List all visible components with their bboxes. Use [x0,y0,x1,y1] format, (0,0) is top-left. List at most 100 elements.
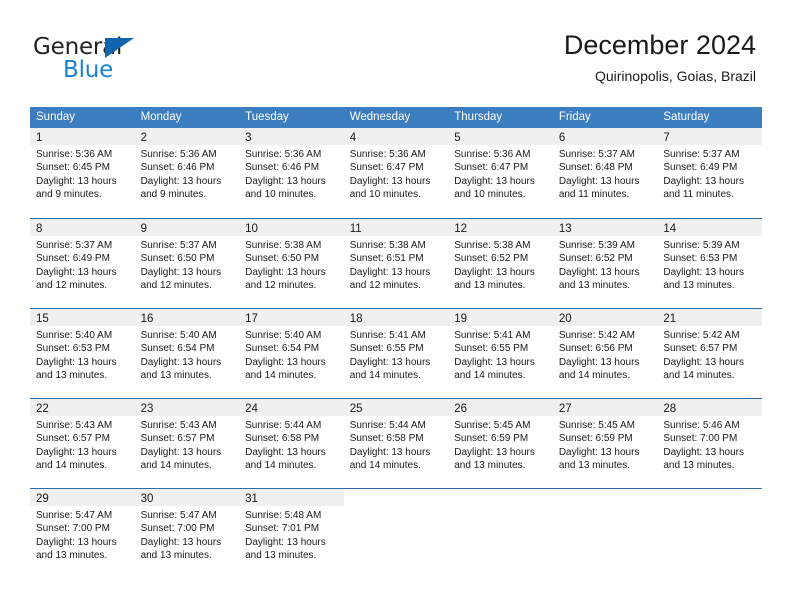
day-sun-info: Sunrise: 5:43 AM Sunset: 6:57 PM Daylight:… [30,416,135,473]
calendar-day-cell[interactable]: 13 Sunrise: 5:39 AM Sunset: 6:52 PM Dayligh… [552,219,658,308]
day-sun-info: Sunrise: 5:39 AM Sunset: 6:53 PM Daylight:… [657,236,762,293]
sunset-text: Sunset: 6:59 PM [558,433,633,445]
daylight-text-line1: Daylight: 13 hours [558,175,640,187]
day-number: 27 [558,403,572,415]
daylight-text-line2: and 14 minutes. [245,460,317,472]
day-number-band: 5 [448,128,553,145]
calendar-day-cell[interactable]: 26 Sunrise: 5:45 AM Sunset: 6:59 PM Dayligh… [448,399,553,488]
day-number: 1 [36,132,43,144]
daylight-text-line1: Daylight: 13 hours [140,446,222,458]
calendar-day-cell[interactable]: 19 Sunrise: 5:41 AM Sunset: 6:55 PM Dayligh… [448,309,553,398]
calendar-day-cell[interactable]: 30 Sunrise: 5:47 AM Sunset: 7:00 PM Dayligh… [134,489,240,578]
title-block: December 2024 Quirinopolis, Goias, Brazi… [564,29,756,85]
daylight-text-line1: Daylight: 13 hours [558,266,640,278]
calendar-day-cell[interactable]: 3 Sunrise: 5:36 AM Sunset: 6:46 PM Daylight… [239,128,344,218]
sunset-text: Sunset: 6:52 PM [558,253,633,265]
calendar-week-row: 1 Sunrise: 5:36 AM Sunset: 6:45 PM Daylight… [30,128,762,218]
sunrise-text: Sunrise: 5:37 AM [558,149,635,160]
daylight-text-line2: and 12 minutes. [245,280,317,292]
calendar-day-cell[interactable]: 17 Sunrise: 5:40 AM Sunset: 6:54 PM Dayligh… [239,309,344,398]
sunset-text: Sunset: 6:58 PM [245,433,320,445]
daylight-text-line1: Daylight: 13 hours [36,266,117,278]
calendar-day-cell[interactable]: 20 Sunrise: 5:42 AM Sunset: 6:56 PM Dayligh… [552,309,658,398]
calendar-day-cell[interactable]: 23 Sunrise: 5:43 AM Sunset: 6:57 PM Dayligh… [134,399,240,488]
day-number-band: 24 [239,399,344,416]
daylight-text-line2: and 9 minutes. [36,189,102,201]
calendar-day-cell[interactable]: 18 Sunrise: 5:41 AM Sunset: 6:55 PM Dayligh… [343,309,449,398]
sunset-text: Sunset: 6:52 PM [454,253,529,265]
calendar-week-row: 15 Sunrise: 5:40 AM Sunset: 6:53 PM Dayligh… [30,308,762,398]
day-sun-info: Sunrise: 5:42 AM Sunset: 6:56 PM Daylight:… [553,326,658,383]
calendar-day-cell[interactable]: 14 Sunrise: 5:39 AM Sunset: 6:53 PM Dayligh… [657,219,762,308]
calendar-day-cell[interactable]: 6 Sunrise: 5:37 AM Sunset: 6:48 PM Daylight… [552,128,658,218]
daylight-text-line2: and 14 minutes. [558,370,630,382]
day-sun-info: Sunrise: 5:41 AM Sunset: 6:55 PM Daylight:… [448,326,553,383]
day-number: 16 [140,313,154,325]
calendar-day-cell[interactable]: 28 Sunrise: 5:46 AM Sunset: 7:00 PM Dayligh… [657,399,762,488]
calendar-day-cell[interactable]: 22 Sunrise: 5:43 AM Sunset: 6:57 PM Dayligh… [30,399,135,488]
calendar-day-cell[interactable]: 15 Sunrise: 5:40 AM Sunset: 6:53 PM Dayligh… [30,309,135,398]
daylight-text-line1: Daylight: 13 hours [663,446,744,458]
calendar-weeks: 1 Sunrise: 5:36 AM Sunset: 6:45 PM Daylight… [30,128,762,578]
weekday-header-thursday: Thursday [454,111,503,123]
day-number-band [448,489,553,506]
daylight-text-line1: Daylight: 13 hours [140,356,222,368]
day-sun-info: Sunrise: 5:38 AM Sunset: 6:50 PM Daylight:… [239,236,344,293]
sunrise-text: Sunrise: 5:48 AM [245,510,322,521]
day-number: 26 [454,403,468,415]
calendar-day-cell[interactable]: 7 Sunrise: 5:37 AM Sunset: 6:49 PM Daylight… [657,128,762,218]
daylight-text-line1: Daylight: 13 hours [663,356,744,368]
calendar-day-cell[interactable]: 5 Sunrise: 5:36 AM Sunset: 6:47 PM Daylight… [448,128,553,218]
day-number-band [657,489,762,506]
sunset-text: Sunset: 6:47 PM [454,162,529,174]
weekday-header-wednesday: Wednesday [349,111,411,123]
calendar-day-cell[interactable]: 1 Sunrise: 5:36 AM Sunset: 6:45 PM Daylight… [30,128,135,218]
calendar-day-cell[interactable]: 24 Sunrise: 5:44 AM Sunset: 6:58 PM Dayligh… [239,399,344,488]
daylight-text-line2: and 12 minutes. [140,280,212,292]
daylight-text-line1: Daylight: 13 hours [349,446,431,458]
day-sun-info: Sunrise: 5:37 AM Sunset: 6:49 PM Daylight:… [30,236,135,293]
daylight-text-line2: and 10 minutes. [454,189,526,201]
day-number-band: 23 [134,399,240,416]
calendar-day-cell[interactable]: 27 Sunrise: 5:45 AM Sunset: 6:59 PM Dayligh… [552,399,658,488]
sunset-text: Sunset: 6:56 PM [558,343,633,355]
day-sun-info: Sunrise: 5:45 AM Sunset: 6:59 PM Daylight:… [553,416,658,473]
sunset-text: Sunset: 6:51 PM [349,253,424,265]
calendar-day-cell[interactable]: 29 Sunrise: 5:47 AM Sunset: 7:00 PM Dayligh… [30,489,135,578]
location-subtitle: Quirinopolis, Goias, Brazil [594,68,756,84]
daylight-text-line2: and 13 minutes. [454,460,526,472]
day-number-band: 10 [239,219,344,236]
daylight-text-line2: and 9 minutes. [140,189,207,201]
daylight-text-line2: and 14 minutes. [663,370,735,382]
day-sun-info: Sunrise: 5:36 AM Sunset: 6:46 PM Daylight:… [135,145,240,202]
calendar-day-cell-empty [657,489,762,578]
day-sun-info: Sunrise: 5:38 AM Sunset: 6:52 PM Daylight:… [448,236,553,293]
calendar-day-cell[interactable]: 25 Sunrise: 5:44 AM Sunset: 6:58 PM Dayligh… [343,399,449,488]
daylight-text-line1: Daylight: 13 hours [558,356,640,368]
weekday-header-tuesday: Tuesday [245,111,289,123]
calendar-day-cell[interactable]: 21 Sunrise: 5:42 AM Sunset: 6:57 PM Dayligh… [657,309,762,398]
calendar-day-cell[interactable]: 31 Sunrise: 5:48 AM Sunset: 7:01 PM Dayligh… [239,489,344,578]
day-number: 15 [36,313,49,325]
daylight-text-line2: and 11 minutes. [558,189,630,201]
calendar-day-cell[interactable]: 4 Sunrise: 5:36 AM Sunset: 6:47 PM Daylight… [343,128,449,218]
sunrise-text: Sunrise: 5:42 AM [558,330,635,341]
calendar-day-cell[interactable]: 12 Sunrise: 5:38 AM Sunset: 6:52 PM Dayligh… [448,219,553,308]
day-sun-info: Sunrise: 5:37 AM Sunset: 6:49 PM Daylight:… [657,145,762,202]
day-number-band [552,489,658,506]
day-number: 14 [663,223,677,235]
calendar-day-cell[interactable]: 11 Sunrise: 5:38 AM Sunset: 6:51 PM Dayligh… [343,219,449,308]
weekday-header-saturday: Saturday [663,111,710,123]
sunrise-text: Sunrise: 5:36 AM [454,149,531,160]
calendar-day-cell[interactable]: 16 Sunrise: 5:40 AM Sunset: 6:54 PM Dayligh… [134,309,240,398]
calendar-day-cell[interactable]: 9 Sunrise: 5:37 AM Sunset: 6:50 PM Daylight… [134,219,240,308]
day-sun-info: Sunrise: 5:45 AM Sunset: 6:59 PM Daylight:… [448,416,553,473]
calendar-day-cell[interactable]: 8 Sunrise: 5:37 AM Sunset: 6:49 PM Daylight… [30,219,135,308]
daylight-text-line2: and 13 minutes. [140,550,212,562]
day-number-band: 31 [239,489,344,506]
calendar-day-cell[interactable]: 10 Sunrise: 5:38 AM Sunset: 6:50 PM Dayligh… [239,219,344,308]
daylight-text-line2: and 13 minutes. [245,550,317,562]
day-number-band: 1 [30,128,135,145]
sunrise-text: Sunrise: 5:36 AM [349,149,426,160]
calendar-day-cell[interactable]: 2 Sunrise: 5:36 AM Sunset: 6:46 PM Daylight… [134,128,240,218]
